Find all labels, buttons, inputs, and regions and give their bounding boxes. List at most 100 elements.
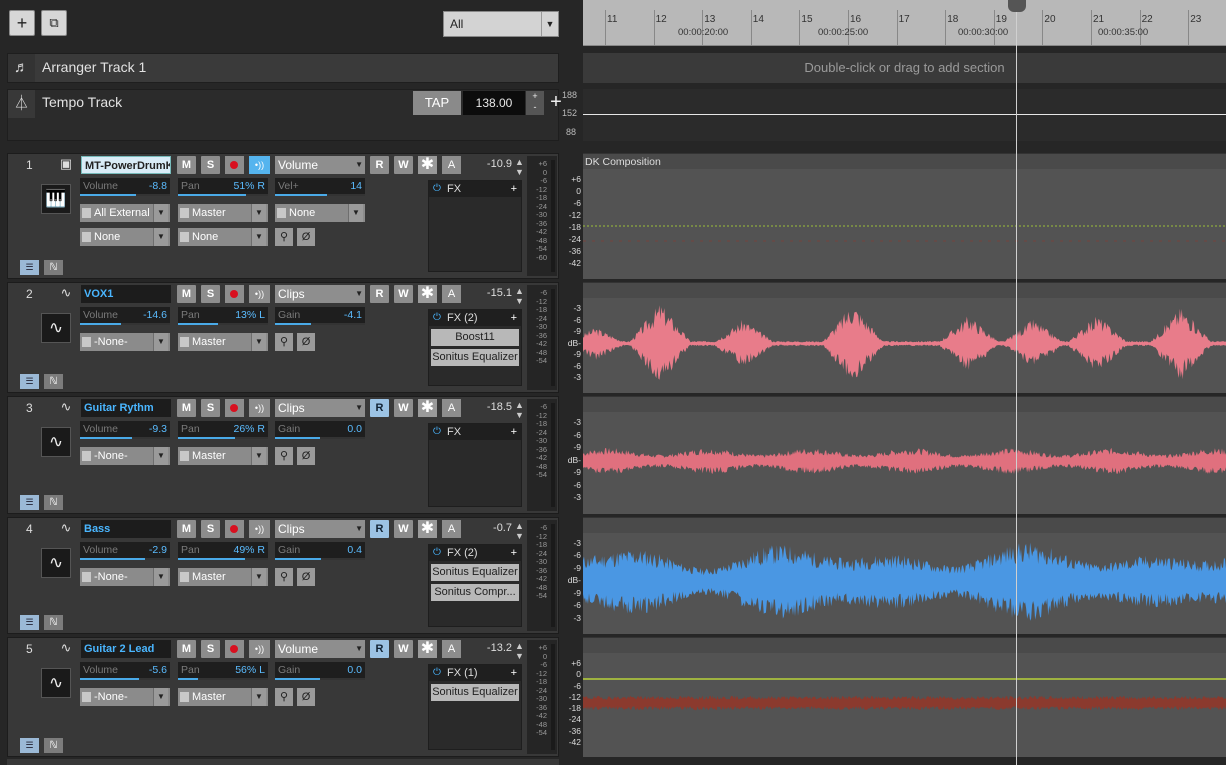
automation-lanes-icon[interactable]: ℕ (44, 260, 63, 275)
fx-bin[interactable]: FX+ (428, 423, 522, 507)
input-echo-button[interactable]: ⚲ (275, 228, 293, 246)
input-dropdown[interactable]: -None- (80, 447, 170, 465)
phase-invert-button[interactable]: Ø (297, 333, 315, 351)
automation-read-button[interactable]: R (370, 285, 389, 303)
add-track-button[interactable]: + (9, 10, 35, 36)
channel-a-dropdown[interactable]: None (80, 228, 170, 246)
fx-bin-header[interactable]: FX (2)+ (429, 310, 521, 326)
freeze-icon[interactable]: ✱ (418, 399, 437, 417)
fx-bin[interactable]: FX+ (428, 180, 522, 272)
record-arm-button[interactable] (225, 285, 244, 303)
waveform-icon[interactable]: ∿ (41, 548, 71, 578)
tap-tempo-button[interactable]: TAP (413, 91, 461, 115)
volume-slider[interactable]: Volume -9.3 (80, 421, 170, 439)
automation-read-button[interactable]: R (370, 156, 389, 174)
audio-track-icon[interactable]: ∿ (55, 640, 77, 658)
midi-channel-dropdown[interactable]: None (275, 204, 365, 222)
tempo-spinner[interactable]: + - (526, 91, 544, 115)
fx-plugin[interactable]: Boost11 (431, 329, 519, 346)
input-dropdown[interactable]: All External (80, 204, 170, 222)
pan-slider[interactable]: Pan 26% R (178, 421, 268, 439)
waveform-icon[interactable]: ∿ (41, 313, 71, 343)
input-monitor-button[interactable]: •)) (249, 285, 270, 303)
track-1[interactable]: 1 ▣ MT-PowerDrumK M S •)) Volume R W ✱ A… (7, 153, 559, 279)
track-name[interactable]: Guitar Rythm (81, 399, 171, 417)
tempo-bpm-field[interactable]: 138.00 (463, 91, 525, 115)
track-3[interactable]: 3 ∿ Guitar Rythm M S •)) Clips R W ✱ A -… (7, 396, 559, 514)
output-dropdown[interactable]: Master (178, 333, 268, 351)
lanes-toggle-icon[interactable]: ☰ (20, 615, 39, 630)
gain-slider[interactable]: Gain -4.1 (275, 307, 365, 325)
clip-lane-5[interactable]: +6 0 -6 -12 -18 -24 -36 -42 (569, 637, 1226, 757)
pan-slider[interactable]: Pan 56% L (178, 662, 268, 680)
lanes-toggle-icon[interactable]: ☰ (20, 260, 39, 275)
track-name[interactable]: Guitar 2 Lead (81, 640, 171, 658)
phase-invert-button[interactable]: Ø (297, 688, 315, 706)
clip-lane-4[interactable]: -3 -6 -9 dB- -9 -6 -3 (568, 517, 1226, 634)
fx-bin-header[interactable]: FX (2)+ (429, 545, 521, 561)
automation-lane-dropdown[interactable]: Volume (275, 156, 365, 174)
volume-slider[interactable]: Volume -5.6 (80, 662, 170, 680)
freeze-icon[interactable]: ✱ (418, 640, 437, 658)
volume-slider[interactable]: Volume -14.6 (80, 307, 170, 325)
fx-plugin[interactable]: Sonitus Compr... (431, 584, 519, 601)
archive-button[interactable]: A (442, 285, 461, 303)
output-dropdown[interactable]: Master (178, 568, 268, 586)
lanes-toggle-icon[interactable]: ☰ (20, 738, 39, 753)
track-5[interactable]: 5 ∿ Guitar 2 Lead M S •)) Volume R W ✱ A… (7, 637, 559, 757)
record-arm-button[interactable] (225, 156, 244, 174)
automation-write-button[interactable]: W (394, 640, 413, 658)
clip-lane-3[interactable]: -3 -6 -9 dB- -9 -6 -3 (568, 396, 1226, 514)
input-monitor-button[interactable]: •)) (249, 520, 270, 538)
playhead-handle[interactable] (1008, 0, 1026, 12)
phase-invert-button[interactable]: Ø (297, 447, 315, 465)
automation-write-button[interactable]: W (394, 156, 413, 174)
automation-lane-dropdown[interactable]: Clips (275, 399, 365, 417)
fx-plugin[interactable]: Sonitus Equalizer (431, 684, 519, 701)
mute-button[interactable]: M (177, 399, 196, 417)
fx-bin[interactable]: FX (2)+ Boost11 Sonitus Equalizer (428, 309, 522, 386)
fx-bin-header[interactable]: FX+ (429, 181, 521, 197)
track-4[interactable]: 4 ∿ Bass M S •)) Clips R W ✱ A -0.7 ▲▼ V… (7, 517, 559, 634)
fx-bin[interactable]: FX (2)+ Sonitus Equalizer Sonitus Compr..… (428, 544, 522, 627)
solo-button[interactable]: S (201, 640, 220, 658)
freeze-icon[interactable]: ✱ (418, 156, 437, 174)
tempo-track-header[interactable]: ⏃ Tempo Track TAP 138.00 + - + (7, 89, 562, 141)
arranger-track-header[interactable]: ♬ Arranger Track 1 (7, 53, 559, 83)
add-fx-icon[interactable]: + (511, 665, 517, 681)
mute-button[interactable]: M (177, 156, 196, 174)
automation-lanes-icon[interactable]: ℕ (44, 615, 63, 630)
track-filter-dropdown[interactable]: All ▼ (443, 11, 559, 37)
volume-slider[interactable]: Volume -2.9 (80, 542, 170, 560)
pan-slider[interactable]: Pan 49% R (178, 542, 268, 560)
automation-lanes-icon[interactable]: ℕ (44, 738, 63, 753)
instrument-track-icon[interactable]: ▣ (55, 156, 77, 174)
automation-lane-dropdown[interactable]: Clips (275, 285, 365, 303)
automation-read-button[interactable]: R (370, 640, 389, 658)
keyboard-icon[interactable]: 🎹 (41, 184, 71, 214)
phase-invert-button[interactable]: Ø (297, 228, 315, 246)
archive-button[interactable]: A (442, 399, 461, 417)
mute-button[interactable]: M (177, 285, 196, 303)
velocity-slider[interactable]: Vel+ 14 (275, 178, 365, 196)
fx-bin[interactable]: FX (1)+ Sonitus Equalizer (428, 664, 522, 750)
lanes-toggle-icon[interactable]: ☰ (20, 495, 39, 510)
input-dropdown[interactable]: -None- (80, 688, 170, 706)
mute-button[interactable]: M (177, 640, 196, 658)
track-name[interactable]: Bass (81, 520, 171, 538)
pan-slider[interactable]: Pan 51% R (178, 178, 268, 196)
audio-track-icon[interactable]: ∿ (55, 399, 77, 417)
automation-write-button[interactable]: W (394, 399, 413, 417)
input-dropdown[interactable]: -None- (80, 568, 170, 586)
solo-button[interactable]: S (201, 520, 220, 538)
add-fx-icon[interactable]: + (511, 181, 517, 197)
automation-lanes-icon[interactable]: ℕ (44, 495, 63, 510)
output-dropdown[interactable]: Master (178, 204, 268, 222)
automation-read-button[interactable]: R (370, 520, 389, 538)
audio-track-icon[interactable]: ∿ (55, 285, 77, 303)
output-dropdown[interactable]: Master (178, 447, 268, 465)
mute-button[interactable]: M (177, 520, 196, 538)
volume-slider[interactable]: Volume -8.8 (80, 178, 170, 196)
input-monitor-button[interactable]: •)) (249, 399, 270, 417)
track-scroll-arrows[interactable]: ▲ ▼ (515, 521, 524, 541)
